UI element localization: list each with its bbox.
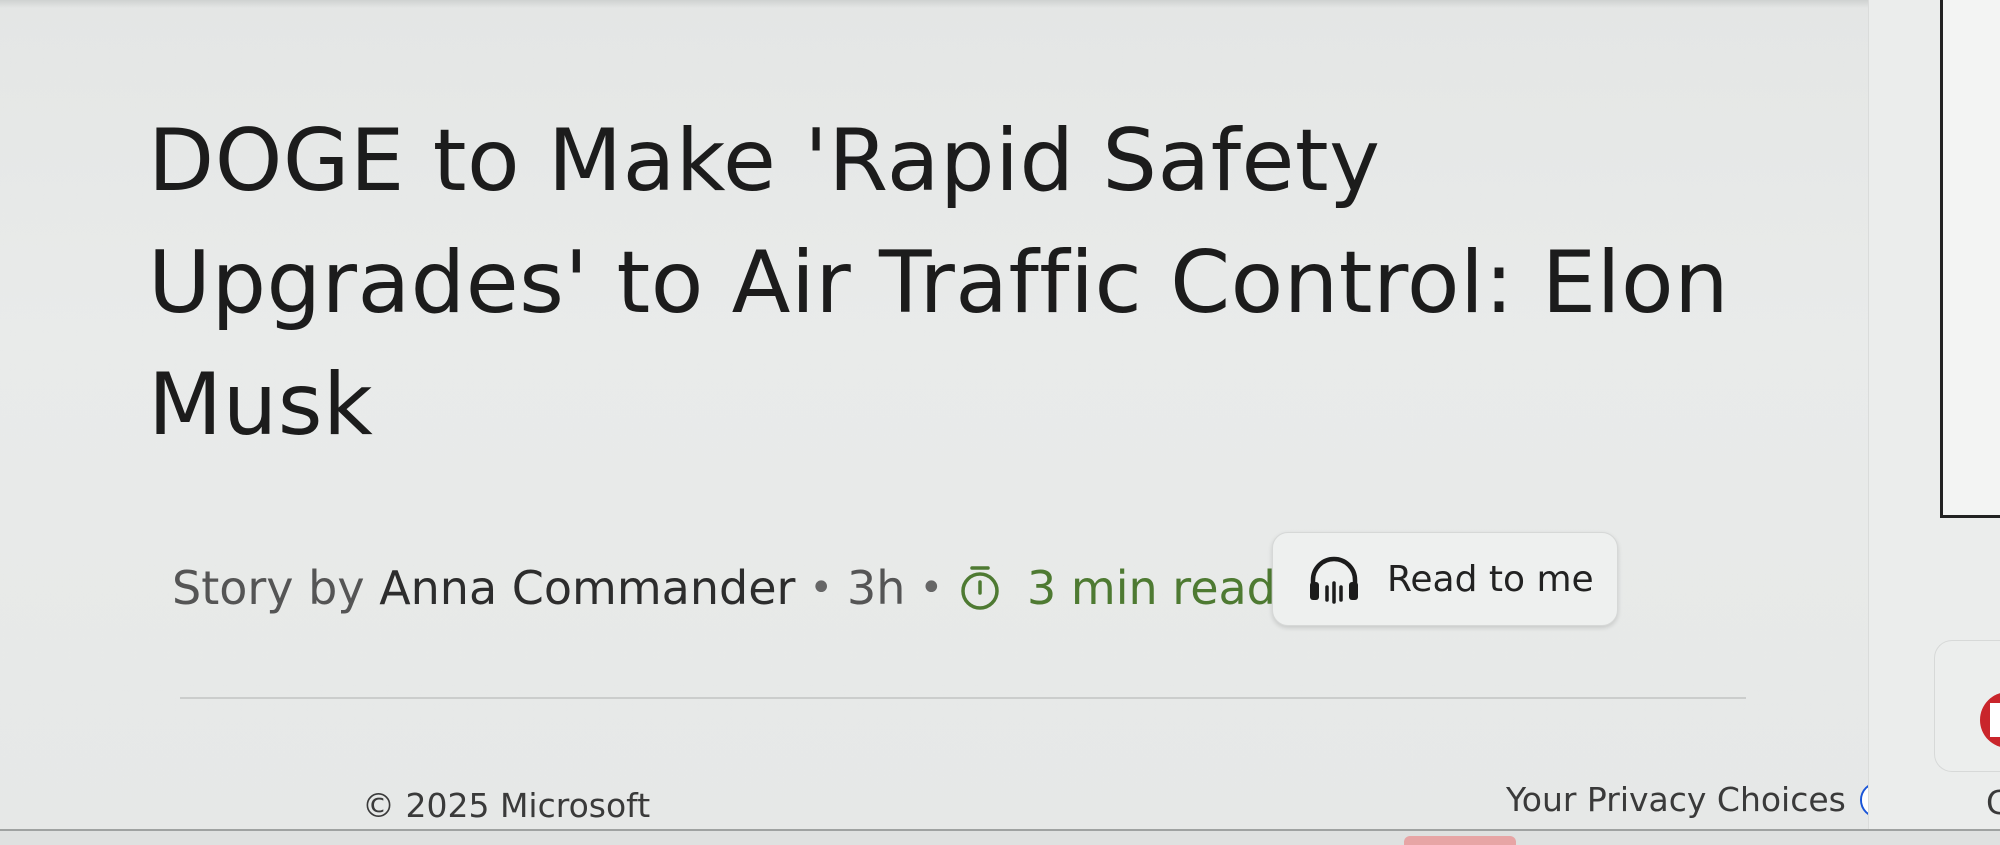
author-name[interactable]: Anna Commander	[379, 561, 795, 615]
top-edge	[0, 0, 2000, 8]
footer-copyright: © 2025 Microsoft	[362, 786, 651, 825]
read-to-me-button[interactable]: Read to me	[1272, 532, 1618, 626]
article-headline: DOGE to Make 'Rapid Safety Upgrades' to …	[148, 111, 1730, 455]
byline-prefix: Story by	[172, 561, 365, 615]
read-time: 3 min read	[957, 561, 1276, 615]
byline-separator: •	[919, 565, 944, 611]
stopwatch-icon	[961, 566, 999, 610]
content-divider	[180, 697, 1746, 699]
read-time-label: 3 min read	[1027, 561, 1276, 615]
footer-tab-indicator	[1404, 836, 1516, 845]
article-byline: Story by Anna Commander • 3h • 3 min rea…	[172, 554, 1276, 622]
headphones-icon	[1307, 554, 1361, 604]
read-to-me-label: Read to me	[1387, 558, 1594, 600]
sidebar-card[interactable]	[1940, 0, 2000, 518]
privacy-choices-label: Your Privacy Choices	[1506, 780, 1846, 819]
byline-separator: •	[809, 565, 834, 611]
article-age: 3h	[847, 561, 906, 615]
footer-cut-off-text: C	[1986, 783, 2000, 822]
sidebar-badge-mark	[1990, 703, 2000, 737]
footer-strip	[0, 831, 2000, 845]
